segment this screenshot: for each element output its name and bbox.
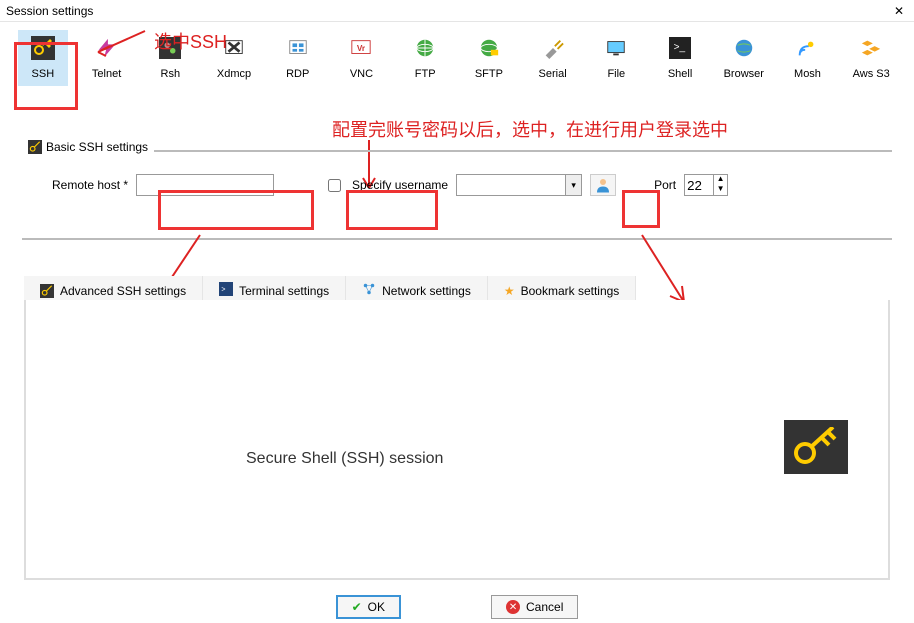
panel-title: Secure Shell (SSH) session [246,450,443,468]
annotation-text: 配置完账号密码以后，选中，在进行用户登录选中 [332,116,728,142]
protocol-mosh[interactable]: Mosh [783,30,833,86]
svg-text:>: > [221,286,225,293]
protocol-awss3[interactable]: Aws S3 [846,30,896,86]
dialog-buttons: ✔ OK ✕ Cancel [0,595,914,619]
port-label: Port [654,178,676,192]
protocol-ssh[interactable]: SSH [18,30,68,86]
key-icon [29,34,57,62]
ok-button[interactable]: ✔ OK [336,595,401,619]
vnc-icon: Vr [347,34,375,62]
port-spinner[interactable]: ▲ ▼ [684,174,728,196]
tab-label: Terminal settings [239,284,329,298]
protocol-label: Rsh [161,68,181,80]
key-icon [40,284,54,298]
chevron-down-icon[interactable]: ▾ [566,174,582,196]
fieldset-legend: Basic SSH settings [22,140,154,154]
plug-icon [539,34,567,62]
button-label: OK [368,600,385,614]
protocol-label: Xdmcp [217,68,251,80]
session-panel: Secure Shell (SSH) session [24,300,890,580]
lightning-icon [93,34,121,62]
port-input[interactable] [685,175,713,195]
protocol-rdp[interactable]: RDP [273,30,323,86]
cancel-button[interactable]: ✕ Cancel [491,595,578,619]
shell-icon: >_ [666,34,694,62]
remote-host-input[interactable] [136,174,274,196]
cross-icon: ✕ [506,600,520,614]
protocol-file[interactable]: File [591,30,641,86]
protocol-label: VNC [350,68,373,80]
spinner-down-icon[interactable]: ▼ [713,185,727,195]
protocol-vnc[interactable]: Vr VNC [337,30,387,86]
protocol-label: Mosh [794,68,821,80]
manage-users-button[interactable] [590,174,616,196]
network-icon [362,282,376,299]
svg-text:>_: >_ [674,42,686,53]
username-combo[interactable]: ▾ [456,174,582,196]
satellite-icon [793,34,821,62]
protocol-label: SFTP [475,68,503,80]
globe-lock-icon [475,34,503,62]
protocol-toolbar: SSH Telnet Rsh Xdmcp RDP Vr VNC FTP SFTP… [0,22,914,90]
protocol-sftp[interactable]: SFTP [464,30,514,86]
cubes-icon [857,34,885,62]
legend-label: Basic SSH settings [46,140,148,154]
terminal-icon: > [219,282,233,299]
svg-text:Vr: Vr [357,44,366,53]
protocol-ftp[interactable]: FTP [400,30,450,86]
specify-username-label: Specify username [352,178,448,192]
remote-host-label: Remote host * [52,178,128,192]
x-icon [220,34,248,62]
globe-icon [411,34,439,62]
globe-blue-icon [730,34,758,62]
key-icon [791,427,841,467]
ssh-key-illustration [784,420,848,474]
tab-label: Bookmark settings [521,284,620,298]
person-icon [594,176,612,194]
protocol-telnet[interactable]: Telnet [82,30,132,86]
terminal-icon [156,34,184,62]
star-icon: ★ [504,284,515,298]
tab-label: Advanced SSH settings [60,284,186,298]
protocol-shell[interactable]: >_ Shell [655,30,705,86]
window-title: Session settings [6,4,93,18]
tab-label: Network settings [382,284,471,298]
check-icon: ✔ [352,600,362,614]
specify-username-checkbox[interactable] [328,179,341,192]
protocol-label: Shell [668,68,692,80]
protocol-label: FTP [415,68,436,80]
protocol-browser[interactable]: Browser [719,30,769,86]
protocol-label: RDP [286,68,309,80]
protocol-label: Telnet [92,68,121,80]
key-icon [28,140,42,154]
windows-icon [284,34,312,62]
titlebar: Session settings ✕ [0,0,914,22]
protocol-label: Serial [539,68,567,80]
file-monitor-icon [602,34,630,62]
protocol-rsh[interactable]: Rsh [145,30,195,86]
protocol-label: Aws S3 [853,68,890,80]
username-input[interactable] [456,174,566,196]
protocol-label: SSH [32,68,55,80]
protocol-label: File [607,68,625,80]
close-icon[interactable]: ✕ [890,4,908,18]
protocol-xdmcp[interactable]: Xdmcp [209,30,259,86]
protocol-serial[interactable]: Serial [528,30,578,86]
button-label: Cancel [526,600,563,614]
basic-ssh-fieldset: Basic SSH settings Remote host * Specify… [22,150,892,240]
protocol-label: Browser [724,68,764,80]
